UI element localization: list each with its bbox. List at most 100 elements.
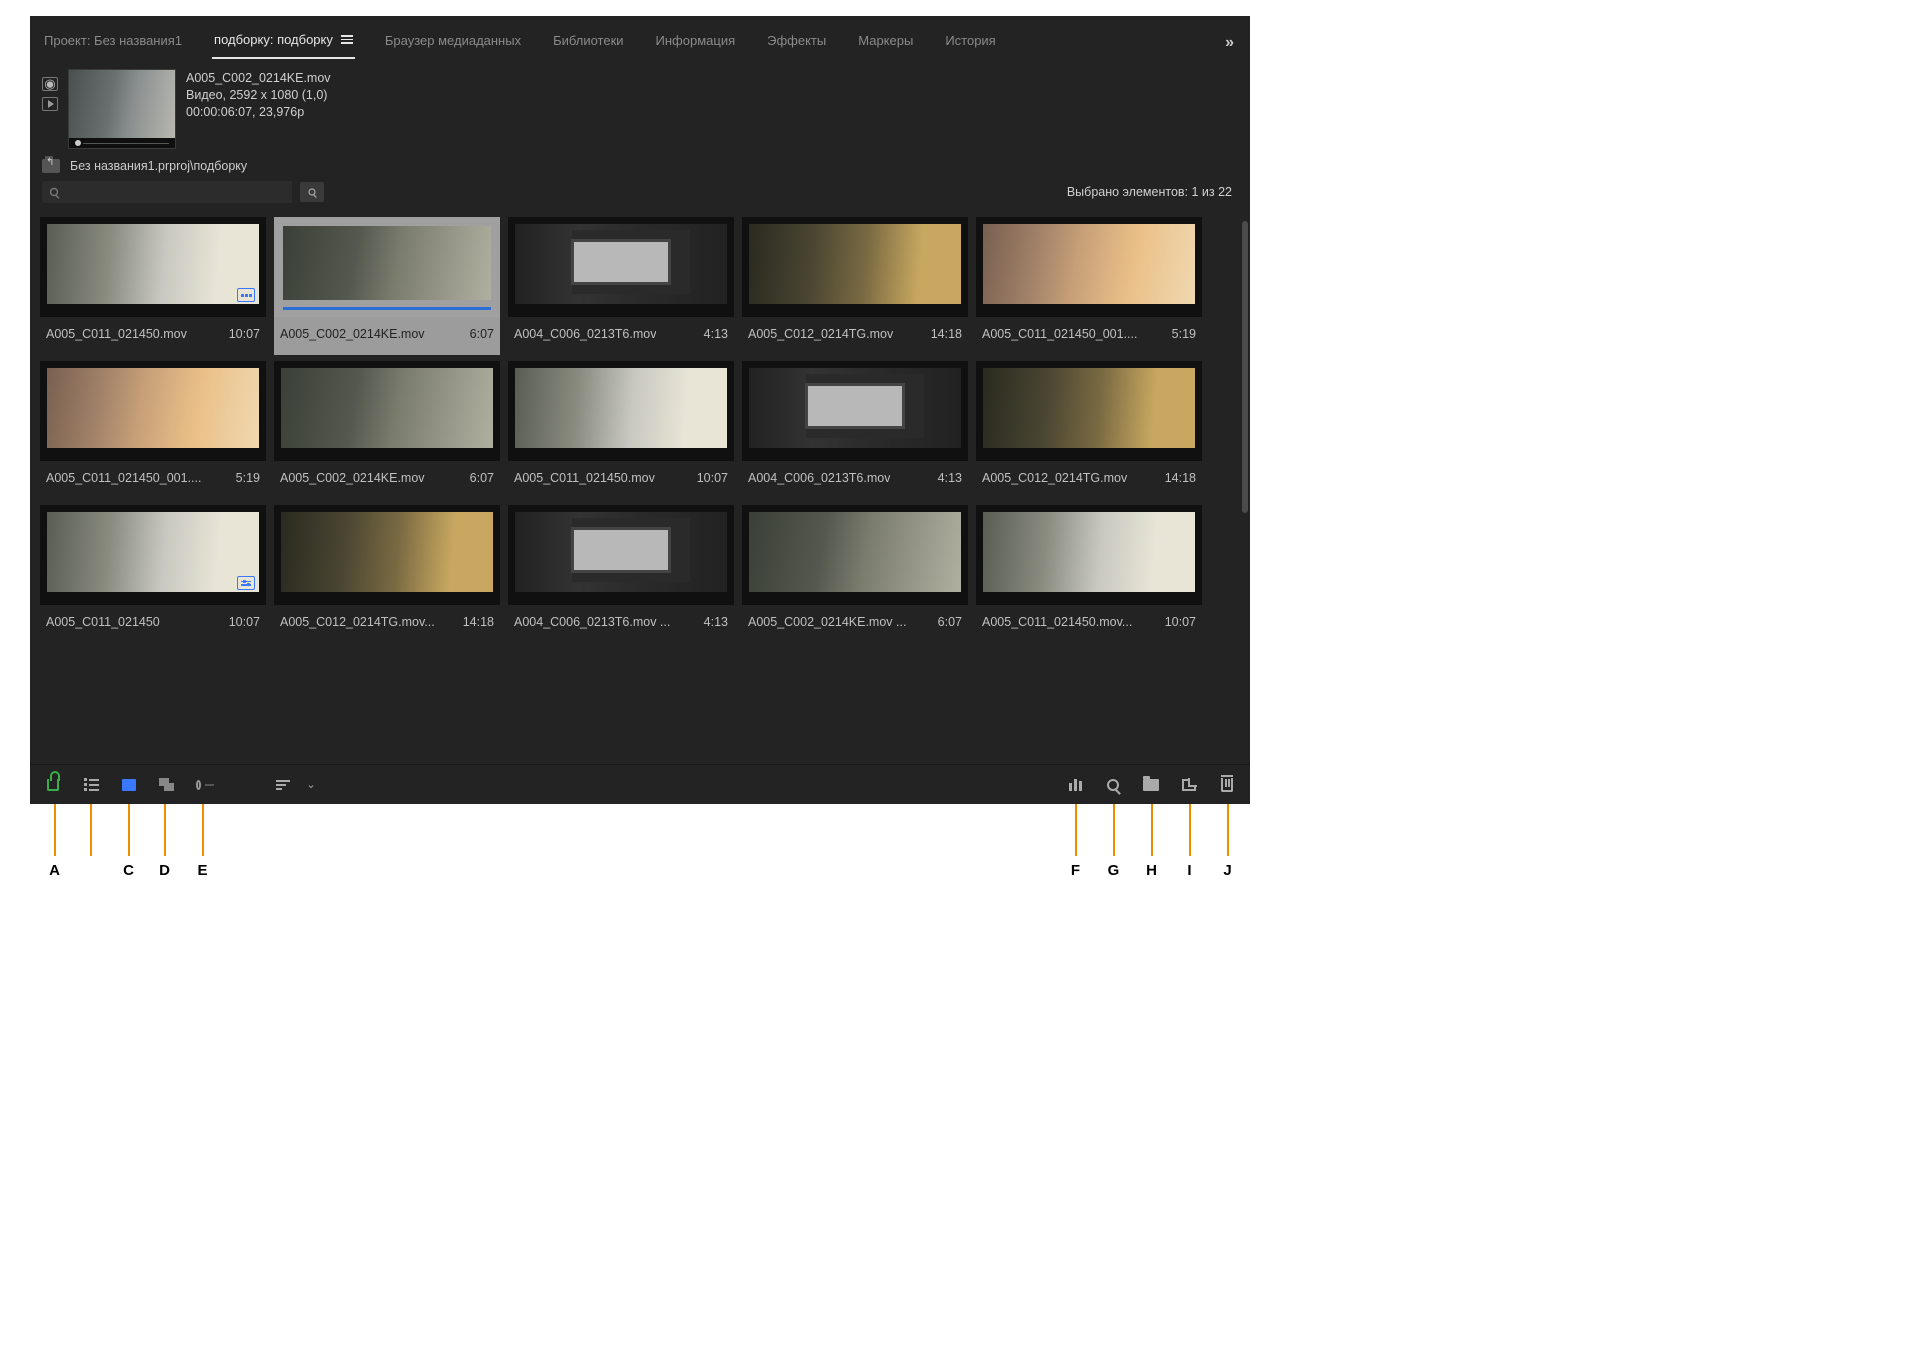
clip-cell[interactable]: A004_C006_0213T6.mov4:13 — [742, 361, 968, 499]
clip-cell[interactable]: A005_C011_021450.mov...10:07 — [976, 505, 1202, 643]
tab-info[interactable]: Информация — [654, 27, 738, 58]
tab-media-browser[interactable]: Браузер медиаданных — [383, 27, 523, 58]
clip-duration: 6:07 — [470, 327, 494, 341]
clip-cell[interactable]: A005_C012_0214TG.mov14:18 — [742, 217, 968, 355]
clip-cell[interactable]: A005_C002_0214KE.mov ...6:07 — [742, 505, 968, 643]
clip-caption: A005_C002_0214KE.mov 6:07 — [274, 317, 500, 355]
lock-icon[interactable] — [44, 777, 62, 793]
clip-thumbnail[interactable] — [40, 217, 266, 317]
clip-cell[interactable]: A005_C011_021450.mov 10:07 — [508, 361, 734, 499]
clip-thumbnail[interactable] — [274, 361, 500, 461]
clip-image — [47, 224, 259, 304]
clip-name: A005_C011_021450_001.... — [982, 327, 1137, 341]
tab-effects[interactable]: Эффекты — [765, 27, 828, 58]
clip-image — [983, 512, 1195, 592]
clip-cell[interactable]: A005_C012_0214TG.mov 14:18 — [976, 361, 1202, 499]
clip-thumbnail[interactable] — [508, 361, 734, 461]
search-bin-button[interactable] — [300, 182, 324, 202]
new-bin-icon[interactable] — [1142, 777, 1160, 793]
callout-D: D — [159, 862, 170, 879]
clip-name: A005_C011_021450.mov — [46, 327, 187, 341]
panel-tabs: Проект: Без названия1 подборку: подборку… — [30, 16, 1250, 59]
clip-image — [281, 512, 493, 592]
sort-chevron-icon[interactable]: ⌄ — [302, 777, 320, 793]
search-input[interactable] — [42, 181, 292, 203]
clip-duration: 14:18 — [1165, 471, 1196, 485]
preview-thumbnail[interactable] — [68, 69, 176, 149]
selection-count: Выбрано элементов: 1 из 22 — [1067, 185, 1238, 199]
clip-thumbnail[interactable] — [508, 505, 734, 605]
clip-duration: 10:07 — [697, 471, 728, 485]
clip-thumbnail[interactable] — [742, 217, 968, 317]
clip-thumbnail[interactable] — [508, 217, 734, 317]
tab-libraries[interactable]: Библиотеки — [551, 27, 625, 58]
play-icon[interactable] — [42, 97, 58, 111]
tab-bin-active[interactable]: подборку: подборку — [212, 26, 355, 59]
clip-thumbnail[interactable] — [976, 505, 1202, 605]
clip-duration: 10:07 — [229, 327, 260, 341]
freeform-view-icon[interactable] — [158, 777, 176, 793]
thumbnail-grid-wrap: A005_C011_021450.mov 10:07 A005_C002_0214K… — [30, 209, 1250, 764]
clip-name: A005_C011_021450.mov... — [982, 615, 1132, 629]
scrollbar-handle[interactable] — [1242, 221, 1248, 513]
clip-cell[interactable]: A004_C006_0213T6.mov ... 4:13 — [508, 505, 734, 643]
panel-menu-icon[interactable] — [341, 35, 353, 44]
clip-name: A005_C002_0214KE.mov — [280, 327, 425, 341]
clip-cell[interactable]: A005_C002_0214KE.mov 6:07 — [274, 217, 500, 355]
clip-duration: 4:13 — [704, 615, 728, 629]
preview-meta-1: Видео, 2592 x 1080 (1,0) — [186, 88, 331, 102]
trash-icon[interactable] — [1218, 777, 1236, 793]
proxy-badge-icon — [237, 288, 255, 302]
clip-cell[interactable]: A004_C006_0213T6.mov4:13 — [508, 217, 734, 355]
sort-icon[interactable] — [274, 777, 292, 793]
clip-image — [283, 226, 491, 300]
clip-name: A005_C002_0214KE.mov — [280, 471, 425, 485]
clip-cell[interactable]: A005_C002_0214KE.mov6:07 — [274, 361, 500, 499]
clip-thumbnail[interactable] — [274, 505, 500, 605]
clip-caption: A004_C006_0213T6.mov4:13 — [742, 461, 968, 499]
clip-thumbnail[interactable] — [976, 217, 1202, 317]
clip-cell[interactable]: A005_C011_021450.mov 10:07 — [40, 217, 266, 355]
callout-E: E — [197, 862, 207, 879]
breadcrumb-path: Без названия1.prproj\подборку — [70, 159, 247, 173]
tab-history[interactable]: История — [943, 27, 997, 58]
icon-view-icon[interactable] — [120, 777, 138, 793]
clip-image — [983, 224, 1195, 304]
clip-name: A005_C011_021450_001.... — [46, 471, 201, 485]
clip-name: A004_C006_0213T6.mov — [748, 471, 890, 485]
new-item-icon[interactable] — [1180, 777, 1198, 793]
tabs-overflow-icon[interactable]: » — [1225, 34, 1238, 52]
scrollbar[interactable] — [1242, 221, 1248, 752]
clip-cell[interactable]: A005_C011_02145010:07 — [40, 505, 266, 643]
clip-thumbnail[interactable] — [976, 361, 1202, 461]
clip-image — [983, 368, 1195, 448]
zoom-slider[interactable] — [196, 777, 214, 793]
automate-to-sequence-icon[interactable] — [1066, 777, 1084, 793]
find-icon[interactable] — [1104, 777, 1122, 793]
clip-cell[interactable]: A005_C011_021450_001....5:19 — [976, 217, 1202, 355]
clip-name: A005_C012_0214TG.mov — [748, 327, 893, 341]
list-view-icon[interactable] — [82, 777, 100, 793]
clip-name: A005_C012_0214TG.mov — [982, 471, 1127, 485]
tab-project[interactable]: Проект: Без названия1 — [42, 27, 184, 58]
clip-cell[interactable]: A005_C011_021450_001.... 5:19 — [40, 361, 266, 499]
poster-frame-icon[interactable]: ◉ — [42, 77, 58, 91]
clip-thumbnail[interactable] — [742, 505, 968, 605]
callout-A: A — [49, 862, 60, 879]
folder-up-icon[interactable] — [42, 159, 60, 173]
breadcrumb-row: Без названия1.prproj\подборку — [30, 153, 1250, 179]
clip-thumbnail[interactable] — [40, 505, 266, 605]
clip-caption: A005_C002_0214KE.mov6:07 — [274, 461, 500, 499]
clip-cell[interactable]: A005_C012_0214TG.mov...14:18 — [274, 505, 500, 643]
clip-name: A004_C006_0213T6.mov ... — [514, 615, 670, 629]
clip-caption: A005_C011_021450.mov 10:07 — [40, 317, 266, 355]
clip-caption: A005_C011_02145010:07 — [40, 605, 266, 643]
clip-image — [749, 224, 961, 304]
clip-name: A005_C011_021450.mov — [514, 471, 655, 485]
clip-duration: 5:19 — [236, 471, 260, 485]
clip-thumbnail[interactable] — [40, 361, 266, 461]
callout-I: I — [1187, 862, 1191, 879]
tab-markers[interactable]: Маркеры — [856, 27, 915, 58]
clip-thumbnail[interactable] — [274, 217, 500, 317]
clip-thumbnail[interactable] — [742, 361, 968, 461]
